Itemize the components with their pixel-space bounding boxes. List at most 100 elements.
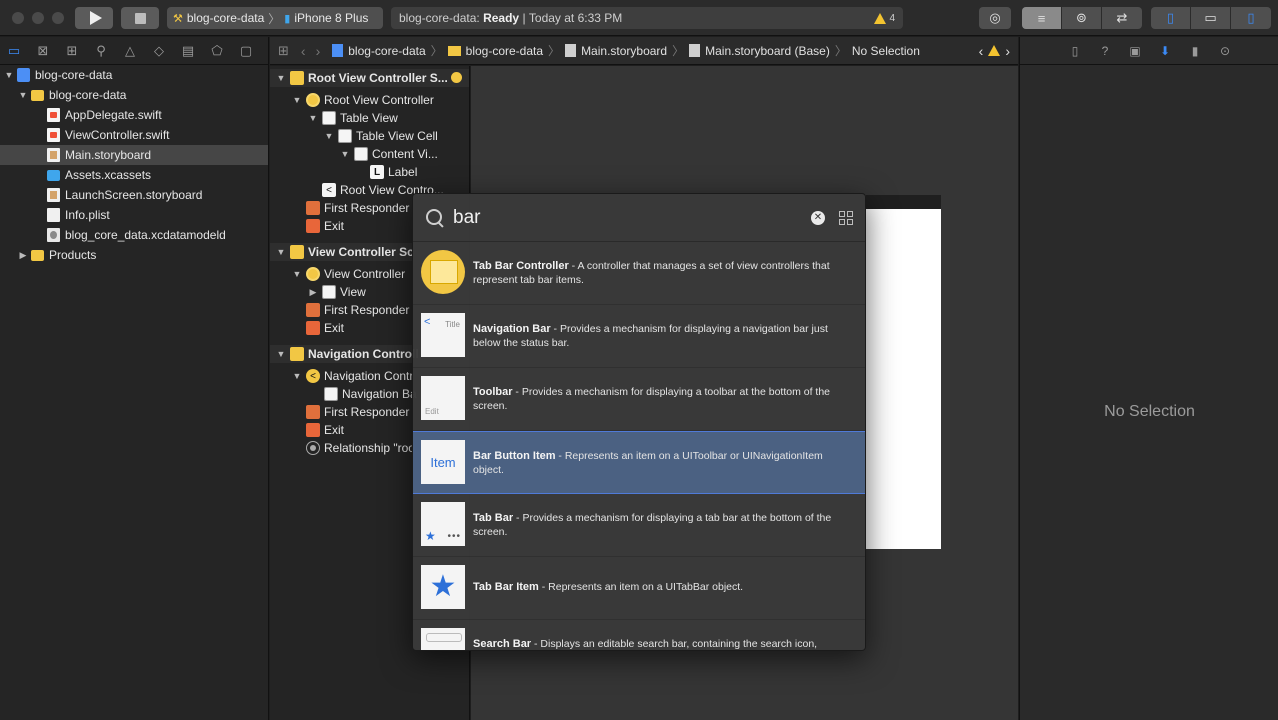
breadcrumb-project[interactable]: blog-core-data xyxy=(348,44,425,58)
version-editor-button[interactable]: ⇄ xyxy=(1102,7,1142,29)
forward-arrow-icon[interactable]: › xyxy=(316,43,321,59)
tree-item-appdelegate[interactable]: AppDelegate.swift xyxy=(0,105,268,125)
tree-item-project[interactable]: ▼ blog-core-data xyxy=(0,65,268,85)
activity-separator: | xyxy=(522,11,526,25)
gauge-icon: ▤ xyxy=(181,42,195,58)
scene-dock[interactable] xyxy=(866,195,941,209)
stop-button[interactable] xyxy=(121,7,159,29)
outline-label: First Responder xyxy=(324,405,410,419)
library-item-tab-bar-item[interactable]: ★ Tab Bar Item - Represents an item on a… xyxy=(413,557,865,620)
identity-inspector-tab[interactable]: ▣ xyxy=(1126,42,1144,60)
toggle-navigator-button[interactable]: ▯ xyxy=(1151,7,1191,29)
outline-label: Exit xyxy=(324,321,345,335)
warnings-indicator[interactable]: 4 xyxy=(874,12,895,24)
library-item-tab-bar[interactable]: ★ ••• Tab Bar - Provides a mechanism for… xyxy=(413,494,865,557)
library-item-tab-bar-controller[interactable]: Tab Bar Controller - A controller that m… xyxy=(413,242,865,305)
library-item-search-bar[interactable]: Search Bar - Displays an editable search… xyxy=(413,620,865,650)
debug-navigator-tab[interactable]: ▤ xyxy=(178,41,198,61)
table-view-cell-icon xyxy=(338,129,352,143)
source-control-tab[interactable]: ⊠ xyxy=(33,41,53,61)
storyboard-scene-preview[interactable] xyxy=(866,195,941,549)
breadcrumb-selection[interactable]: No Selection xyxy=(852,44,920,58)
disclosure-triangle-icon[interactable]: ▼ xyxy=(340,149,350,159)
find-navigator-tab[interactable]: ⚲ xyxy=(91,41,111,61)
chevron-right-icon: 〉 xyxy=(548,44,561,58)
connections-inspector-tab[interactable]: ⊙ xyxy=(1216,42,1234,60)
project-navigator-tab[interactable]: ▭ xyxy=(4,41,24,61)
warning-icon[interactable] xyxy=(988,45,1001,56)
next-issue-icon[interactable]: › xyxy=(1005,43,1010,59)
issue-navigator-tab[interactable]: △ xyxy=(120,41,140,61)
previous-issue-icon[interactable]: ‹ xyxy=(979,43,984,59)
library-item-toolbar[interactable]: Edit Toolbar - Provides a mechanism for … xyxy=(413,368,865,431)
disclosure-triangle-icon[interactable]: ▼ xyxy=(276,73,286,83)
quick-help-tab[interactable]: ? xyxy=(1096,42,1114,60)
tree-item-launchscreen[interactable]: LaunchScreen.storyboard xyxy=(0,185,268,205)
clear-search-button[interactable]: ✕ xyxy=(811,210,825,225)
disclosure-triangle-icon[interactable]: ▶ xyxy=(18,250,28,261)
attributes-inspector-tab[interactable]: ⬇ xyxy=(1156,42,1174,60)
view-controller-icon xyxy=(306,93,320,107)
library-search-input[interactable] xyxy=(453,206,811,229)
help-icon: ? xyxy=(1101,43,1109,58)
outline-label: Navigation Controll xyxy=(308,347,419,361)
outline-item[interactable]: ▼ Root View Controller xyxy=(270,91,469,109)
zoom-window-button[interactable] xyxy=(52,12,64,24)
tree-item-infoplist[interactable]: Info.plist xyxy=(0,205,268,225)
disclosure-triangle-icon[interactable]: ▼ xyxy=(18,90,28,100)
scheme-selector[interactable]: ⚒ blog-core-data 〉 ▮ iPhone 8 Plus xyxy=(167,7,383,29)
assistant-editor-button[interactable]: ⊚ xyxy=(1062,7,1102,29)
breakpoint-navigator-tab[interactable]: ⬠ xyxy=(207,41,227,61)
symbol-navigator-tab[interactable]: ⊞ xyxy=(62,41,82,61)
scene-status-icon xyxy=(451,72,462,83)
breadcrumb-base[interactable]: Main.storyboard (Base) xyxy=(705,44,830,58)
grid-view-toggle-icon[interactable] xyxy=(839,210,853,225)
outline-item[interactable]: L Label xyxy=(270,163,469,181)
library-item-title: Tab Bar Item xyxy=(473,581,539,593)
report-navigator-tab[interactable]: ▢ xyxy=(236,41,256,61)
outline-item[interactable]: ▼ Content Vi... xyxy=(270,145,469,163)
disclosure-triangle-icon[interactable]: ▼ xyxy=(308,113,318,123)
outline-item[interactable]: ▼ Table View Cell xyxy=(270,127,469,145)
disclosure-triangle-icon[interactable]: ▼ xyxy=(276,349,286,359)
library-item-navigation-bar[interactable]: < Title Navigation Bar - Provides a mech… xyxy=(413,305,865,368)
outline-scene-root[interactable]: ▼ Root View Controller S... xyxy=(270,69,469,87)
disclosure-triangle-icon[interactable]: ▼ xyxy=(292,371,302,381)
disclosure-triangle-icon[interactable]: ▼ xyxy=(276,247,286,257)
disclosure-triangle-icon[interactable]: ▼ xyxy=(4,70,14,80)
disclosure-triangle-icon[interactable]: ▶ xyxy=(308,287,318,298)
tree-item-main-storyboard[interactable]: Main.storyboard xyxy=(0,145,268,165)
navigation-controller-icon: < xyxy=(306,369,320,383)
standard-editor-button[interactable]: ≡ xyxy=(1022,7,1062,29)
disclosure-triangle-icon[interactable]: ▼ xyxy=(292,269,302,279)
test-navigator-tab[interactable]: ◇ xyxy=(149,41,169,61)
toggle-inspector-button[interactable]: ▯ xyxy=(1231,7,1271,29)
more-dots-icon: ••• xyxy=(447,531,461,542)
breadcrumb-file[interactable]: Main.storyboard xyxy=(581,44,667,58)
library-search-bar: ✕ xyxy=(413,194,865,242)
tree-item-group[interactable]: ▼ blog-core-data xyxy=(0,85,268,105)
storyboard-file-icon xyxy=(47,188,60,202)
tree-item-assets[interactable]: Assets.xcassets xyxy=(0,165,268,185)
file-inspector-tab[interactable]: ▯ xyxy=(1066,42,1084,60)
outline-item[interactable]: ▼ Table View xyxy=(270,109,469,127)
tree-item-products[interactable]: ▶ Products xyxy=(0,245,268,265)
close-window-button[interactable] xyxy=(12,12,24,24)
tree-item-viewcontroller[interactable]: ViewController.swift xyxy=(0,125,268,145)
outline-label: Navigation Ba xyxy=(342,387,417,401)
play-icon xyxy=(89,11,102,25)
library-button[interactable]: ◎ xyxy=(979,7,1011,29)
related-items-icon[interactable]: ⊞ xyxy=(278,43,289,59)
tab-bar-item-icon: ★ xyxy=(421,565,465,609)
breadcrumb-group[interactable]: blog-core-data xyxy=(466,44,543,58)
disclosure-triangle-icon[interactable]: ▼ xyxy=(292,95,302,105)
tree-item-datamodel[interactable]: blog_core_data.xcdatamodeld xyxy=(0,225,268,245)
run-button[interactable] xyxy=(75,7,113,29)
size-inspector-tab[interactable]: ▮ xyxy=(1186,42,1204,60)
library-item-bar-button-item[interactable]: Item Bar Button Item - Represents an ite… xyxy=(413,431,865,494)
minimize-window-button[interactable] xyxy=(32,12,44,24)
back-arrow-icon[interactable]: ‹ xyxy=(301,43,306,59)
outline-label: Table View xyxy=(340,111,398,125)
disclosure-triangle-icon[interactable]: ▼ xyxy=(324,131,334,141)
toggle-debug-area-button[interactable]: ▭ xyxy=(1191,7,1231,29)
